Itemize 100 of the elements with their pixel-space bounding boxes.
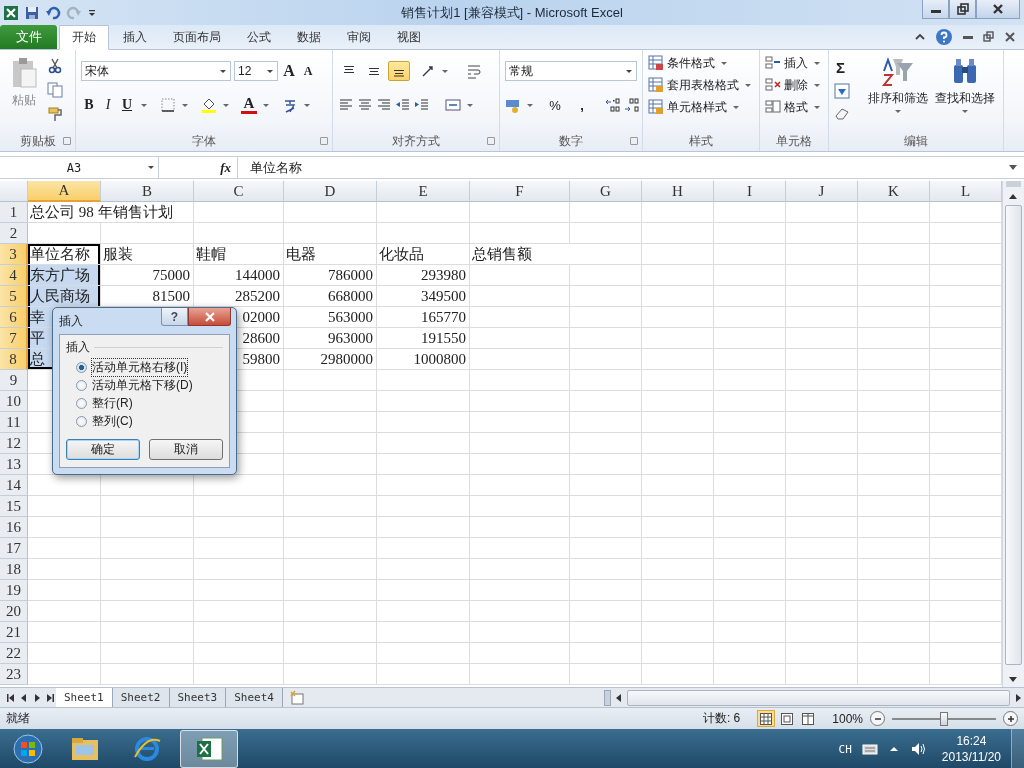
table-cell[interactable] — [377, 475, 470, 496]
table-cell[interactable] — [570, 496, 642, 517]
table-cell[interactable] — [858, 391, 930, 412]
undo-icon[interactable] — [45, 4, 61, 21]
table-cell[interactable] — [858, 622, 930, 643]
table-cell[interactable] — [284, 643, 377, 664]
table-cell[interactable] — [714, 349, 786, 370]
table-cell[interactable] — [714, 223, 786, 244]
table-cell[interactable] — [786, 601, 858, 622]
dialog-launcher-icon[interactable] — [63, 137, 71, 145]
table-cell[interactable] — [194, 496, 284, 517]
row-header[interactable]: 23 — [0, 664, 28, 685]
table-cell[interactable] — [642, 202, 714, 223]
option-label[interactable]: 活动单元格下移(D) — [91, 375, 194, 395]
table-cell[interactable] — [194, 622, 284, 643]
table-cell[interactable] — [470, 328, 570, 349]
autosum-button[interactable]: Σ — [834, 57, 863, 77]
italic-button[interactable]: I — [100, 95, 116, 115]
table-cell[interactable] — [858, 244, 930, 265]
table-cell[interactable] — [714, 517, 786, 538]
table-cell[interactable] — [194, 223, 284, 244]
speaker-icon[interactable] — [909, 741, 926, 757]
row-header[interactable]: 9 — [0, 370, 28, 391]
table-cell[interactable] — [714, 664, 786, 685]
table-cell[interactable] — [714, 328, 786, 349]
dialog-launcher-icon[interactable] — [630, 137, 638, 145]
table-cell[interactable] — [642, 223, 714, 244]
table-cell[interactable] — [470, 622, 570, 643]
table-cell[interactable] — [470, 601, 570, 622]
table-cell[interactable]: 349500 — [377, 286, 470, 307]
table-cell[interactable] — [786, 580, 858, 601]
row-header[interactable]: 10 — [0, 391, 28, 412]
table-cell[interactable] — [470, 538, 570, 559]
table-cell[interactable] — [28, 559, 101, 580]
table-cell[interactable]: 191550 — [377, 328, 470, 349]
table-cell[interactable] — [101, 496, 194, 517]
table-cell[interactable] — [28, 622, 101, 643]
table-cell[interactable] — [28, 664, 101, 685]
ribbon-tab[interactable]: 视图 — [385, 25, 433, 49]
table-cell[interactable] — [642, 601, 714, 622]
row-header[interactable]: 14 — [0, 475, 28, 496]
table-cell[interactable] — [786, 202, 858, 223]
table-cell[interactable] — [377, 664, 470, 685]
name-box[interactable]: A3 — [0, 157, 159, 178]
table-cell[interactable] — [284, 370, 377, 391]
ribbon-tab[interactable]: 页面布局 — [161, 25, 233, 49]
table-cell[interactable] — [858, 517, 930, 538]
table-cell[interactable] — [470, 307, 570, 328]
table-cell[interactable] — [284, 433, 377, 454]
table-cell[interactable] — [377, 223, 470, 244]
row-header[interactable]: 7 — [0, 328, 28, 349]
table-cell[interactable] — [101, 580, 194, 601]
table-cell[interactable] — [28, 496, 101, 517]
table-cell[interactable] — [642, 643, 714, 664]
copy-icon[interactable] — [47, 82, 63, 98]
table-cell[interactable] — [858, 538, 930, 559]
table-cell[interactable] — [570, 370, 642, 391]
column-header[interactable]: G — [570, 181, 642, 202]
select-all-button[interactable] — [0, 181, 28, 202]
merge-center-icon[interactable] — [445, 97, 461, 113]
cancel-button[interactable]: 取消 — [149, 439, 223, 460]
table-cell[interactable] — [570, 391, 642, 412]
table-cell[interactable] — [642, 559, 714, 580]
table-cell[interactable] — [377, 559, 470, 580]
insert-function-button[interactable]: fx — [220, 159, 231, 176]
table-cell[interactable] — [714, 496, 786, 517]
keyboard-icon[interactable] — [861, 741, 878, 757]
table-cell[interactable] — [858, 349, 930, 370]
table-cell[interactable] — [714, 622, 786, 643]
radio-button[interactable] — [76, 415, 87, 427]
grow-font-button[interactable]: A — [281, 61, 297, 81]
fill-down-icon[interactable] — [834, 83, 850, 99]
vertical-scrollbar[interactable] — [1002, 181, 1024, 687]
orientation-icon[interactable] — [420, 63, 436, 79]
table-cell[interactable] — [284, 223, 377, 244]
table-cell[interactable] — [714, 454, 786, 475]
align-right-icon[interactable] — [376, 97, 392, 113]
table-cell[interactable] — [570, 622, 642, 643]
table-cell[interactable]: 东方广场 — [28, 265, 101, 286]
table-cell[interactable] — [28, 517, 101, 538]
table-cell[interactable] — [470, 559, 570, 580]
column-header[interactable]: A — [28, 181, 101, 202]
table-cell[interactable] — [570, 664, 642, 685]
table-cell[interactable] — [284, 496, 377, 517]
table-cell[interactable] — [714, 307, 786, 328]
table-cell[interactable] — [570, 475, 642, 496]
table-cell[interactable] — [786, 412, 858, 433]
row-header[interactable]: 2 — [0, 223, 28, 244]
table-cell[interactable] — [470, 517, 570, 538]
table-cell[interactable] — [377, 370, 470, 391]
phonetic-guide-icon[interactable] — [282, 97, 298, 113]
table-cell[interactable] — [858, 496, 930, 517]
table-cell[interactable] — [858, 223, 930, 244]
table-cell[interactable] — [470, 370, 570, 391]
table-cell[interactable]: 电器 — [284, 244, 377, 265]
table-cell[interactable] — [194, 559, 284, 580]
table-cell[interactable] — [101, 622, 194, 643]
table-cell[interactable] — [570, 601, 642, 622]
row-header[interactable]: 19 — [0, 580, 28, 601]
radio-button[interactable] — [76, 379, 87, 391]
